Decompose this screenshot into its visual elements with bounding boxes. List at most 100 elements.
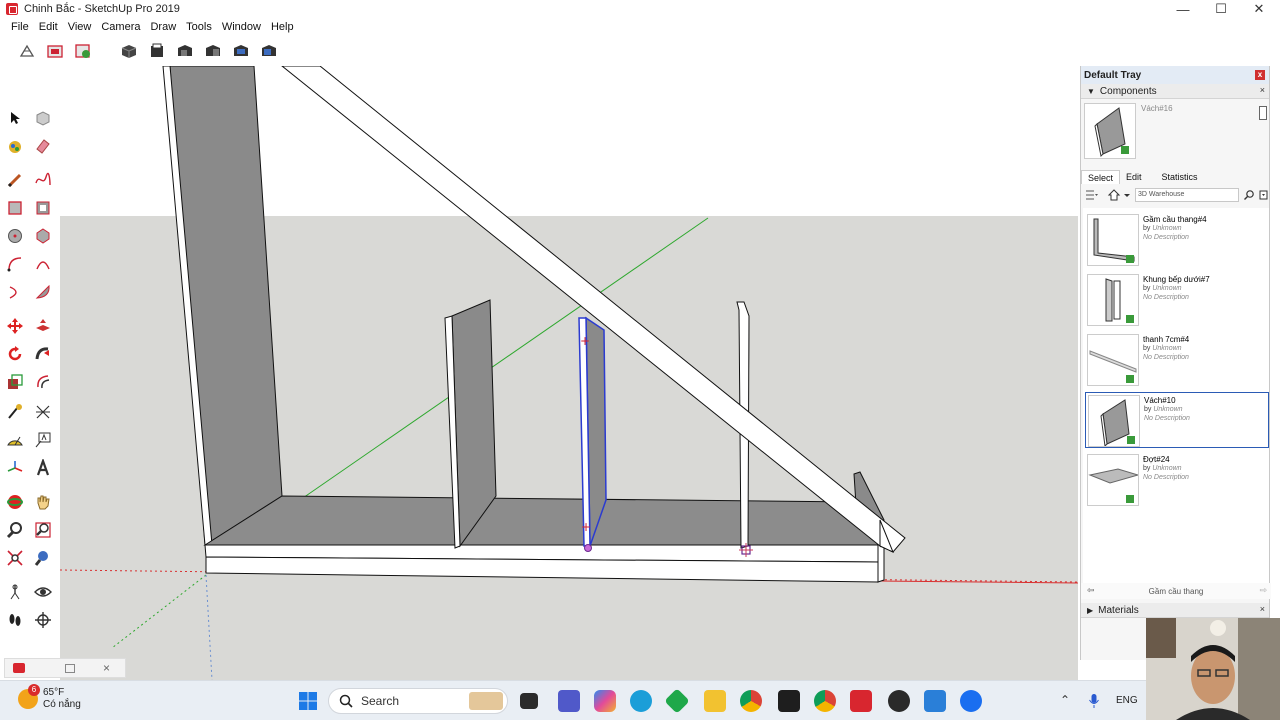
components-panel-header[interactable]: ▼ Components × <box>1081 84 1269 99</box>
push-pull-tool[interactable] <box>31 314 55 338</box>
search-icon[interactable] <box>1243 189 1255 201</box>
chrome-icon[interactable] <box>740 690 762 712</box>
extension-warehouse-button[interactable] <box>70 39 96 63</box>
menu-view[interactable]: View <box>63 21 97 33</box>
obs-icon[interactable] <box>888 690 910 712</box>
details-arrow-icon[interactable] <box>1259 189 1269 201</box>
3d-text-tool[interactable] <box>31 456 55 480</box>
rectangle-tool[interactable] <box>3 196 27 220</box>
text-tool[interactable] <box>31 428 55 452</box>
windows-start-button[interactable] <box>297 690 319 712</box>
menu-tools[interactable]: Tools <box>181 21 217 33</box>
teams-icon[interactable] <box>558 690 580 712</box>
taskbar-search[interactable]: Search <box>328 688 508 714</box>
task-view-icon[interactable] <box>520 693 538 709</box>
view-right-button[interactable] <box>200 39 226 63</box>
language-indicator[interactable]: ENG <box>1116 695 1138 706</box>
list-item[interactable]: Gầm cầu thang#4 by Unknown No Descriptio… <box>1085 212 1269 268</box>
base-top-face[interactable] <box>203 495 879 546</box>
protractor-tool[interactable] <box>3 428 27 452</box>
model-info-button[interactable] <box>42 39 68 63</box>
offset-tool[interactable] <box>31 370 55 394</box>
component-name-field[interactable]: Vách#16 <box>1139 104 1251 119</box>
tab-edit[interactable]: Edit <box>1120 170 1148 184</box>
view-options-icon[interactable] <box>1085 189 1099 201</box>
list-item[interactable]: Khung bếp dưới#7 by Unknown No Descripti… <box>1085 272 1269 328</box>
weather-widget[interactable]: 6 65°F Có nắng <box>18 684 81 711</box>
arc-tool[interactable] <box>3 252 27 276</box>
menu-help[interactable]: Help <box>266 21 299 33</box>
two-point-arc-tool[interactable] <box>31 252 55 276</box>
close-button[interactable]: ✕ <box>1240 0 1278 18</box>
materials-panel-close-icon[interactable]: × <box>1260 604 1265 614</box>
tab-select[interactable]: Select <box>1081 170 1121 184</box>
orbit-tool[interactable] <box>3 490 27 514</box>
component-details-icon[interactable] <box>1259 106 1267 120</box>
edge-icon[interactable] <box>630 690 652 712</box>
minimized-window[interactable]: × <box>4 658 126 678</box>
back-arrow-icon[interactable]: ⇦ <box>1087 585 1095 596</box>
view-left-button[interactable] <box>256 39 282 63</box>
position-camera-tool[interactable] <box>3 580 27 604</box>
view-front-button[interactable] <box>172 39 198 63</box>
warehouse-search-input[interactable]: 3D Warehouse <box>1135 188 1239 202</box>
look-around-tool[interactable] <box>31 580 55 604</box>
move-tool[interactable] <box>3 314 27 338</box>
materials-panel-header[interactable]: ▶ Materials × <box>1081 603 1269 618</box>
axes-tool[interactable] <box>3 456 27 480</box>
dimension-tool[interactable] <box>31 400 55 424</box>
menu-window[interactable]: Window <box>217 21 266 33</box>
view-iso-button[interactable] <box>116 39 142 63</box>
home-icon[interactable] <box>1107 189 1121 201</box>
polygon-tool[interactable] <box>31 224 55 248</box>
rotated-rectangle-tool[interactable] <box>31 196 55 220</box>
menu-edit[interactable]: Edit <box>34 21 63 33</box>
maximize-button[interactable]: ☐ <box>1202 0 1240 18</box>
list-item[interactable]: thanh 7cm#4 by Unknown No Description <box>1085 332 1269 388</box>
list-item[interactable]: Đợt#24 by Unknown No Description <box>1085 452 1269 508</box>
close-icon[interactable]: × <box>103 661 110 675</box>
model-scene[interactable]: + + <box>60 66 1078 680</box>
view-top-button[interactable] <box>144 39 170 63</box>
zalo-icon[interactable] <box>960 690 982 712</box>
scale-tool[interactable] <box>3 370 27 394</box>
section-plane-tool[interactable] <box>31 608 55 632</box>
select-tool[interactable] <box>3 106 27 130</box>
sketchup-taskbar-icon[interactable] <box>850 690 872 712</box>
list-item-selected[interactable]: Vách#10 by Unknown No Description <box>1085 392 1269 448</box>
file-explorer-icon[interactable] <box>704 690 726 712</box>
zoom-tool[interactable] <box>3 518 27 542</box>
menu-draw[interactable]: Draw <box>145 21 181 33</box>
previous-view-tool[interactable] <box>31 546 55 570</box>
menu-camera[interactable]: Camera <box>96 21 145 33</box>
navigation-dropdown-icon[interactable] <box>1123 189 1131 201</box>
follow-me-tool[interactable] <box>31 342 55 366</box>
copilot-icon[interactable] <box>594 690 616 712</box>
eraser-tool[interactable] <box>31 134 55 158</box>
view-back-button[interactable] <box>228 39 254 63</box>
pie-tool[interactable] <box>31 280 55 304</box>
forward-arrow-icon[interactable]: ⇨ <box>1259 585 1267 596</box>
pan-tool[interactable] <box>31 490 55 514</box>
zoom-extents-tool[interactable] <box>3 546 27 570</box>
three-point-arc-tool[interactable] <box>3 280 27 304</box>
modeling-viewport[interactable]: + + <box>60 66 1078 680</box>
tab-statistics[interactable]: Statistics <box>1156 170 1204 184</box>
paint-bucket-tool[interactable] <box>3 134 27 158</box>
restore-icon[interactable] <box>65 663 75 673</box>
chrome-profile-icon[interactable] <box>814 690 836 712</box>
minimize-button[interactable]: — <box>1164 0 1202 18</box>
zoom-window-tool[interactable] <box>31 518 55 542</box>
circle-tool[interactable] <box>3 224 27 248</box>
line-tool[interactable] <box>3 168 27 192</box>
sandbox-tool-button[interactable] <box>14 39 40 63</box>
app-icon[interactable] <box>924 690 946 712</box>
microphone-icon[interactable] <box>1088 693 1100 709</box>
tray-close-button[interactable]: x <box>1255 70 1265 80</box>
sticky-notes-icon[interactable] <box>778 690 800 712</box>
chevron-up-icon[interactable]: ⌃ <box>1060 693 1070 707</box>
walk-tool[interactable] <box>3 608 27 632</box>
components-panel-close-icon[interactable]: × <box>1260 85 1265 95</box>
whatsapp-icon[interactable] <box>664 688 690 714</box>
freehand-tool[interactable] <box>31 168 55 192</box>
